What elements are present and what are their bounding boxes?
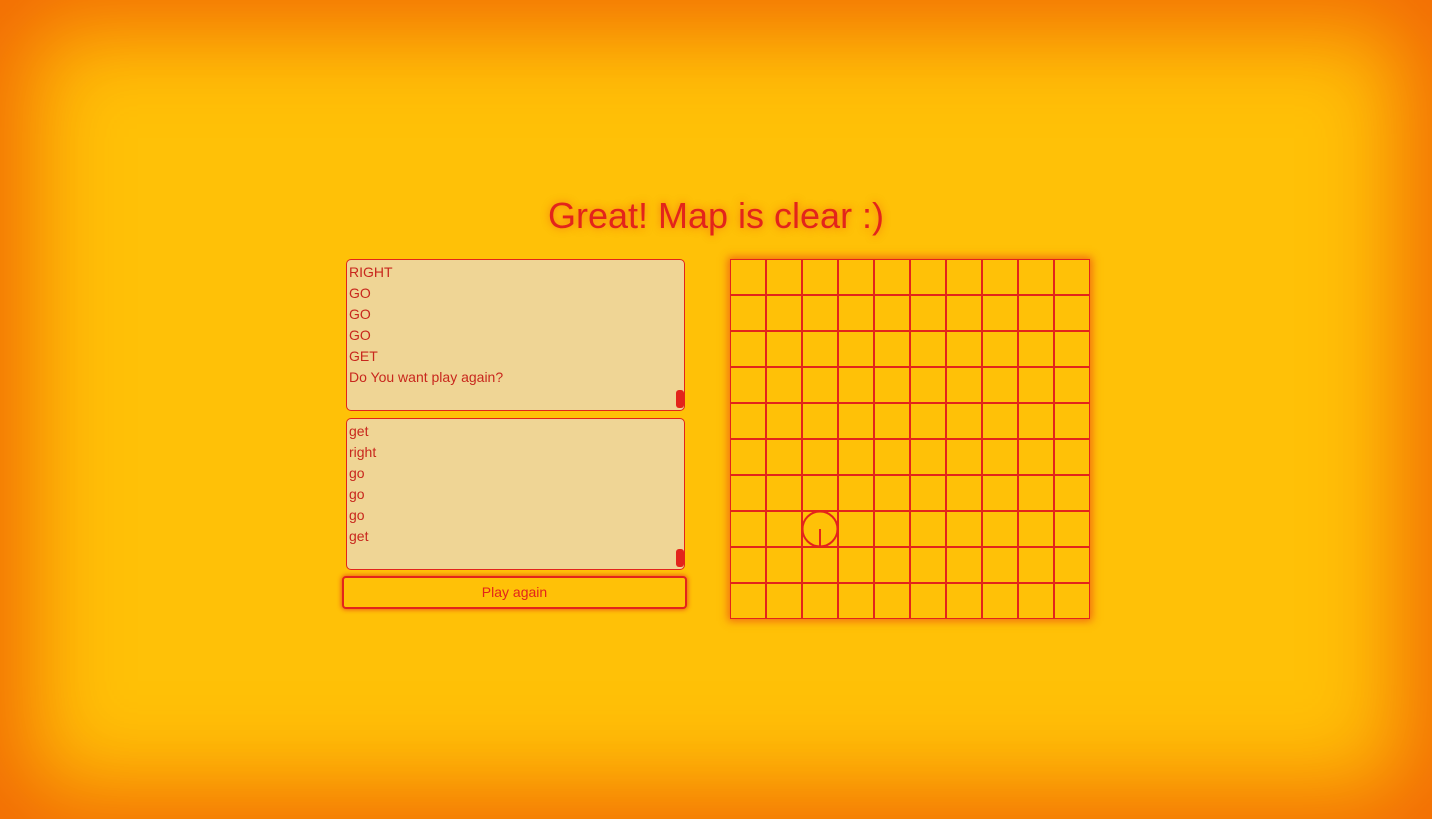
output-log-lines: RIGHT GO GO GO GET Do You want play again? xyxy=(347,260,684,388)
output-log-line: GO xyxy=(349,285,371,301)
map-grid xyxy=(730,259,1090,619)
play-again-button[interactable]: Play again xyxy=(342,576,687,609)
input-history-lines: get right go go go get xyxy=(347,419,684,547)
output-log-line: GO xyxy=(349,306,371,322)
status-title: Great! Map is clear :) xyxy=(547,195,885,236)
command-input-history[interactable]: get right go go go get xyxy=(346,418,685,570)
output-log-line: RIGHT xyxy=(349,264,393,280)
input-history-line: right xyxy=(349,444,377,460)
input-history-line: go xyxy=(349,507,365,523)
input-history-scrollbar[interactable] xyxy=(676,419,684,569)
input-history-line: get xyxy=(349,423,369,439)
input-history-scroll-thumb[interactable] xyxy=(676,549,684,567)
output-log-scroll-thumb[interactable] xyxy=(676,390,684,408)
input-history-line: get xyxy=(349,528,369,544)
output-log-line: Do You want play again? xyxy=(349,369,504,385)
output-log-line: GO xyxy=(349,327,371,343)
command-output-log[interactable]: RIGHT GO GO GO GET Do You want play again? xyxy=(346,259,685,411)
input-history-line: go xyxy=(349,486,365,502)
output-log-line: GET xyxy=(349,348,378,364)
game-map xyxy=(730,259,1090,619)
input-history-line: go xyxy=(349,465,365,481)
output-log-scrollbar[interactable] xyxy=(676,260,684,410)
